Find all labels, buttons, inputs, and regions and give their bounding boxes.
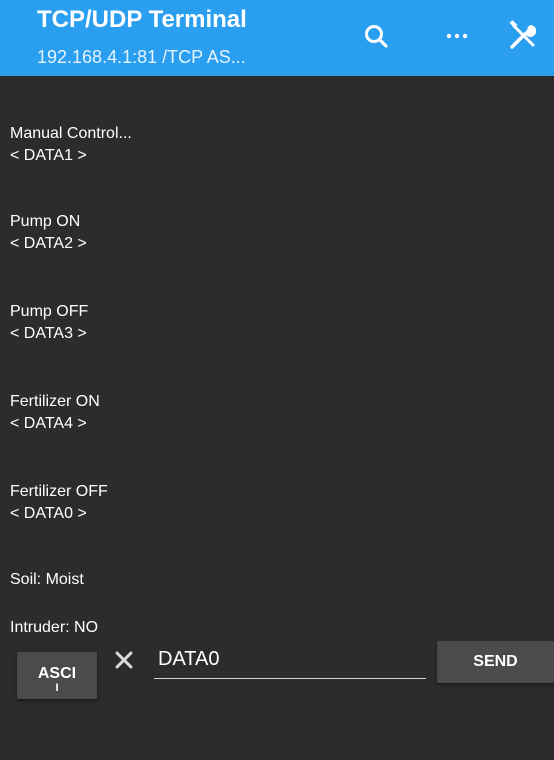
- terminal-line: Soil: Moist: [10, 571, 84, 588]
- app-bar: TCP/UDP Terminal 192.168.4.1:81 /TCP AS.…: [0, 0, 554, 76]
- terminal-line: Fertilizer ON: [10, 393, 100, 410]
- search-icon: [365, 25, 388, 48]
- terminal-line: < DATA4 >: [10, 415, 87, 432]
- search-button[interactable]: [356, 14, 396, 58]
- ascii-mode-button[interactable]: ASCI I: [17, 652, 97, 699]
- terminal-line: Fertilizer OFF: [10, 483, 108, 500]
- more-icon: [446, 33, 468, 39]
- terminal-output: Manual Control... < DATA1 > Pump ON < DA…: [0, 76, 554, 636]
- terminal-line: < DATA0 >: [10, 505, 87, 522]
- terminal-line: < DATA2 >: [10, 235, 87, 252]
- more-options-button[interactable]: [437, 14, 477, 58]
- terminal-line: < DATA3 >: [10, 325, 87, 342]
- command-input-wrapper: [154, 642, 430, 679]
- connection-subtitle: 192.168.4.1:81 /TCP AS...: [37, 47, 246, 67]
- settings-tools-button[interactable]: [503, 14, 543, 58]
- app-screen: TCP/UDP Terminal 192.168.4.1:81 /TCP AS.…: [0, 0, 554, 760]
- terminal-line: Intruder: NO: [10, 619, 99, 636]
- command-input[interactable]: [154, 642, 430, 676]
- terminal-line: Manual Control...: [10, 125, 132, 142]
- ascii-mode-label: ASCI: [37, 665, 77, 682]
- send-button[interactable]: SEND: [437, 641, 554, 683]
- terminal-line: Pump OFF: [10, 303, 89, 320]
- terminal-line: Pump ON: [10, 213, 81, 230]
- clear-input-button[interactable]: [110, 643, 138, 677]
- tools-icon: [509, 20, 537, 49]
- app-title: TCP/UDP Terminal: [37, 6, 247, 33]
- ascii-mode-label-wrap: I: [55, 682, 59, 694]
- terminal-line: < DATA1 >: [10, 147, 87, 164]
- close-icon: [115, 651, 133, 669]
